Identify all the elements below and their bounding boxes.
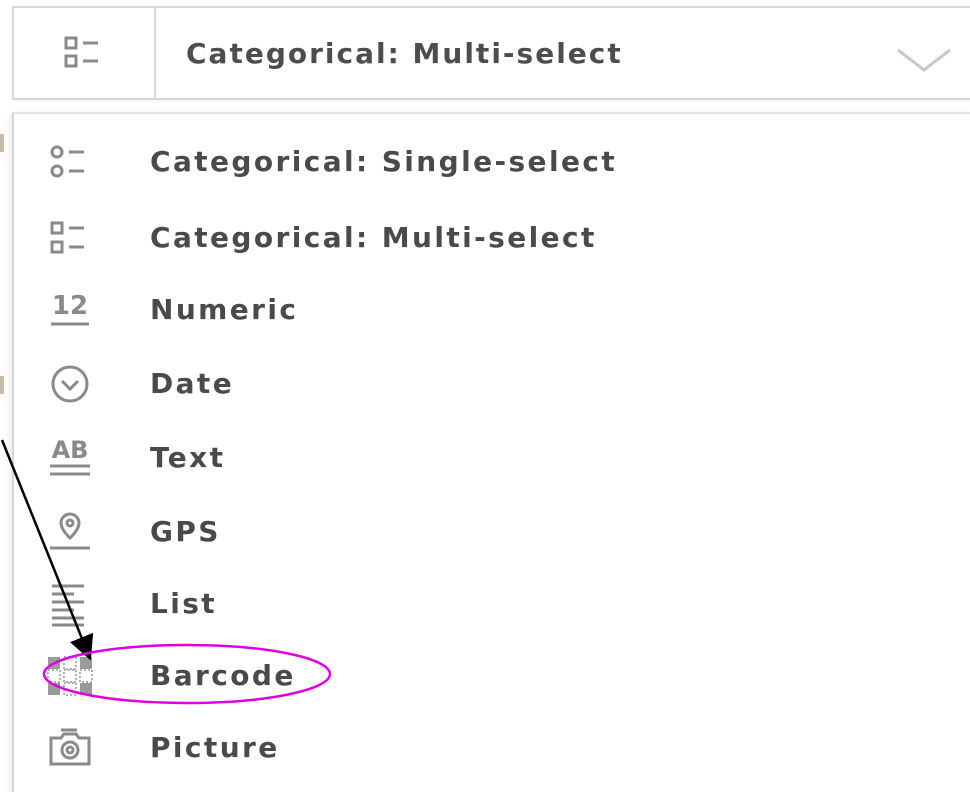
camera-icon: [42, 720, 98, 776]
option-label: GPS: [150, 515, 221, 548]
background-edge-mark: [0, 376, 4, 394]
option-barcode[interactable]: Barcode: [14, 646, 954, 706]
option-label: Categorical: Multi-select: [150, 221, 597, 254]
option-multi-select[interactable]: Categorical: Multi-select: [14, 208, 954, 268]
numeric-icon-glyph: 12: [52, 291, 88, 321]
list-icon: [42, 576, 98, 632]
option-label: Barcode: [150, 659, 296, 692]
option-single-select[interactable]: Categorical: Single-select: [14, 132, 954, 192]
numeric-icon: 12: [42, 282, 98, 338]
option-label: Numeric: [150, 293, 299, 326]
option-text[interactable]: AB Text: [14, 428, 954, 488]
option-label: List: [150, 587, 218, 620]
select-icon-cell: [14, 8, 156, 98]
field-type-dropdown: Categorical: Single-select Categorical: …: [12, 112, 970, 792]
select-current-value: Categorical: Multi-select: [186, 37, 623, 70]
field-type-select[interactable]: Categorical: Multi-select: [12, 6, 970, 100]
option-date[interactable]: Date: [14, 354, 954, 414]
multi-select-icon: [64, 36, 104, 70]
app-stage: Categorical: Multi-select Categorical: S…: [0, 0, 970, 792]
location-pin-icon: [42, 504, 98, 560]
chevron-down-icon[interactable]: [894, 46, 954, 74]
clock-icon: [42, 356, 98, 412]
option-gps[interactable]: GPS: [14, 502, 954, 562]
option-label: Text: [150, 441, 226, 474]
text-icon: AB: [42, 430, 98, 486]
option-label: Date: [150, 367, 235, 400]
option-list[interactable]: List: [14, 574, 954, 634]
option-picture[interactable]: Picture: [14, 718, 954, 778]
background-edge-mark: [0, 134, 4, 152]
text-icon-glyph: AB: [52, 436, 89, 464]
single-select-icon: [42, 134, 98, 190]
barcode-grid-icon: [42, 648, 98, 704]
option-label: Categorical: Single-select: [150, 145, 618, 178]
option-numeric[interactable]: 12 Numeric: [14, 280, 954, 340]
option-label: Picture: [150, 731, 280, 764]
multi-select-icon: [42, 210, 98, 266]
